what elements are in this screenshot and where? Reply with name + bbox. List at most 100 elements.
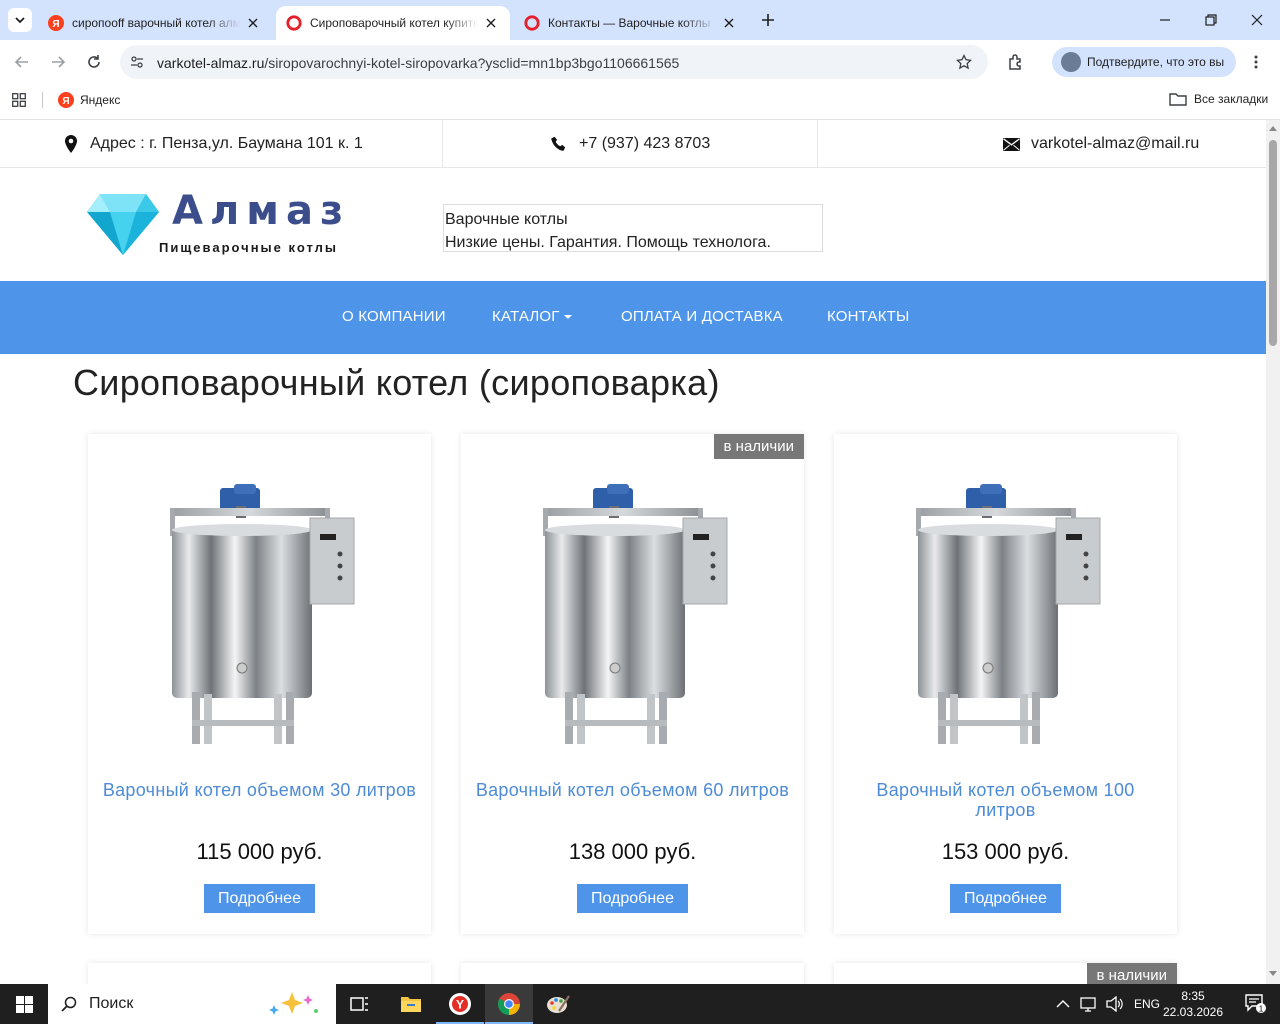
arrow-left-icon xyxy=(14,56,28,68)
scroll-up-icon[interactable] xyxy=(1269,125,1277,131)
details-button[interactable]: Подробнее xyxy=(577,884,688,913)
page-viewport: Адрес : г. Пенза,ул. Баумана 101 к. 1 +7… xyxy=(0,120,1266,984)
phone-text: +7 (937) 423 8703 xyxy=(579,135,711,152)
scrollbar-thumb[interactable] xyxy=(1269,140,1277,346)
file-explorer-button[interactable] xyxy=(387,984,435,1024)
tab-title: Контакты — Варочные котлы xyxy=(548,16,711,30)
address-bar[interactable]: varkotel-almaz.ru/siropovarochnyi-kotel-… xyxy=(120,45,988,79)
tab-title: Сироповарочный котел купить xyxy=(310,16,478,30)
email-info[interactable]: varkotel-almaz@mail.ru xyxy=(1003,120,1199,168)
avatar xyxy=(1061,52,1081,72)
product-card: в наличии Варочный котел объемом 60 литр… xyxy=(461,434,804,934)
plus-icon xyxy=(762,14,774,26)
profile-button[interactable]: Подтвердите, что это вы xyxy=(1052,47,1236,77)
puzzle-icon xyxy=(1009,54,1021,70)
site-logo[interactable]: Алмаз Пищеварочные котлы xyxy=(86,188,346,258)
nav-about[interactable]: О компании xyxy=(342,308,446,325)
start-button[interactable] xyxy=(0,984,48,1024)
language-indicator[interactable]: ENG xyxy=(1134,997,1160,1011)
chevron-up-icon[interactable] xyxy=(1056,999,1070,1009)
address-info: Адрес : г. Пенза,ул. Баумана 101 к. 1 xyxy=(64,120,363,168)
restore-button[interactable] xyxy=(1188,0,1234,40)
paint-app-button[interactable] xyxy=(534,984,582,1024)
cooking-kettle-image[interactable] xyxy=(533,484,733,746)
details-button[interactable]: Подробнее xyxy=(204,884,315,913)
close-window-button[interactable] xyxy=(1234,0,1280,40)
scroll-down-icon[interactable] xyxy=(1269,971,1277,977)
chrome-menu-button[interactable] xyxy=(1242,48,1270,76)
svg-text:Я: Я xyxy=(52,19,59,30)
taskbar-search[interactable]: Поиск xyxy=(48,984,336,1024)
tab-title: сиропоoff варочный котел алмаз xyxy=(72,16,240,30)
tab-yandex-search[interactable]: Я сиропоoff варочный котел алмаз xyxy=(38,6,272,40)
bookmark-yandex[interactable]: Я Яндекс xyxy=(58,92,120,108)
extensions-button[interactable] xyxy=(1002,48,1030,76)
divider xyxy=(442,120,443,168)
windows-logo-icon xyxy=(15,995,33,1013)
volume-icon[interactable] xyxy=(1106,996,1124,1012)
nav-payment-delivery[interactable]: Оплата и доставка xyxy=(621,308,783,325)
product-name-link[interactable]: Варочный котел объемом 30 литров xyxy=(98,780,421,800)
product-card: Варочный котел объемом 100 литров 153 00… xyxy=(834,434,1177,934)
tab-siropovarka[interactable]: Сироповарочный котел купить xyxy=(276,6,510,40)
yandex-icon: Я xyxy=(58,92,74,108)
apps-button[interactable] xyxy=(12,93,26,110)
reload-button[interactable] xyxy=(80,48,108,76)
page-scrollbar[interactable] xyxy=(1266,120,1280,984)
windows-taskbar: Поиск Y ENG 8:35 22.03.2026 1 xyxy=(0,984,1280,1024)
main-navigation: О компании Каталог Оплата и доставка Кон… xyxy=(0,281,1266,354)
opera-icon xyxy=(524,15,540,31)
product-name-link[interactable]: Варочный котел объемом 100 литров xyxy=(844,780,1167,820)
site-settings-icon[interactable] xyxy=(130,55,144,69)
star-icon[interactable] xyxy=(956,54,972,70)
phone-icon xyxy=(551,136,566,151)
close-icon[interactable] xyxy=(720,14,738,32)
clock-time: 8:35 xyxy=(1181,989,1205,1003)
tagline-line: Варочные котлы xyxy=(445,211,568,228)
in-stock-badge: в наличии xyxy=(713,434,804,459)
product-card: Варочный котел объемом 30 литров 115 000… xyxy=(88,434,431,934)
phone-info[interactable]: +7 (937) 423 8703 xyxy=(551,120,710,168)
search-icon xyxy=(61,996,77,1012)
cooking-kettle-image[interactable] xyxy=(160,484,360,746)
network-icon[interactable] xyxy=(1080,996,1098,1012)
browser-toolbar: varkotel-almaz.ru/siropovarochnyi-kotel-… xyxy=(0,40,1280,84)
bookmark-label: Яндекс xyxy=(80,93,121,107)
tab-search-button[interactable] xyxy=(8,8,32,32)
close-icon[interactable] xyxy=(482,14,500,32)
yandex-browser-icon: Y xyxy=(449,993,471,1015)
product-card xyxy=(88,963,431,984)
email-text: varkotel-almaz@mail.ru xyxy=(1031,135,1200,152)
product-name-link[interactable]: Варочный котел объемом 60 литров xyxy=(471,780,794,800)
product-card: в наличии xyxy=(834,963,1177,984)
nav-contacts[interactable]: Контакты xyxy=(827,308,910,325)
divider xyxy=(817,120,818,168)
nav-catalog[interactable]: Каталог xyxy=(492,308,572,325)
taskbar-clock[interactable]: 8:35 22.03.2026 xyxy=(1160,988,1226,1020)
notification-icon: 1 xyxy=(1245,994,1266,1013)
tagline-line: Низкие цены. Гарантия. Помощь технолога. xyxy=(445,234,771,251)
arrow-right-icon xyxy=(52,56,66,68)
url-text: varkotel-almaz.ru/siropovarochnyi-kotel-… xyxy=(157,55,680,71)
details-button[interactable]: Подробнее xyxy=(950,884,1061,913)
product-price: 138 000 руб. xyxy=(568,839,697,864)
tab-contacts[interactable]: Контакты — Варочные котлы xyxy=(514,6,748,40)
notification-center-button[interactable]: 1 xyxy=(1232,984,1280,1024)
chevron-down-icon xyxy=(15,17,25,24)
chrome-button[interactable] xyxy=(485,984,533,1024)
back-button[interactable] xyxy=(8,48,36,76)
envelope-icon xyxy=(1003,137,1020,151)
new-tab-button[interactable] xyxy=(758,10,778,30)
all-bookmarks-button[interactable]: Все закладки xyxy=(1169,92,1268,106)
site-tagline: Варочные котлы Низкие цены. Гарантия. По… xyxy=(443,204,823,252)
folder-icon xyxy=(1169,93,1187,106)
minimize-button[interactable] xyxy=(1142,0,1188,40)
bookmarks-bar: Я Яндекс Все закладки xyxy=(0,84,1280,116)
task-view-button[interactable] xyxy=(336,984,384,1024)
cooking-kettle-image[interactable] xyxy=(906,484,1106,746)
notification-count: 1 xyxy=(1259,1004,1264,1013)
close-icon[interactable] xyxy=(244,14,262,32)
close-icon xyxy=(1251,14,1263,26)
forward-button[interactable] xyxy=(44,48,72,76)
yandex-browser-button[interactable]: Y xyxy=(436,984,484,1024)
